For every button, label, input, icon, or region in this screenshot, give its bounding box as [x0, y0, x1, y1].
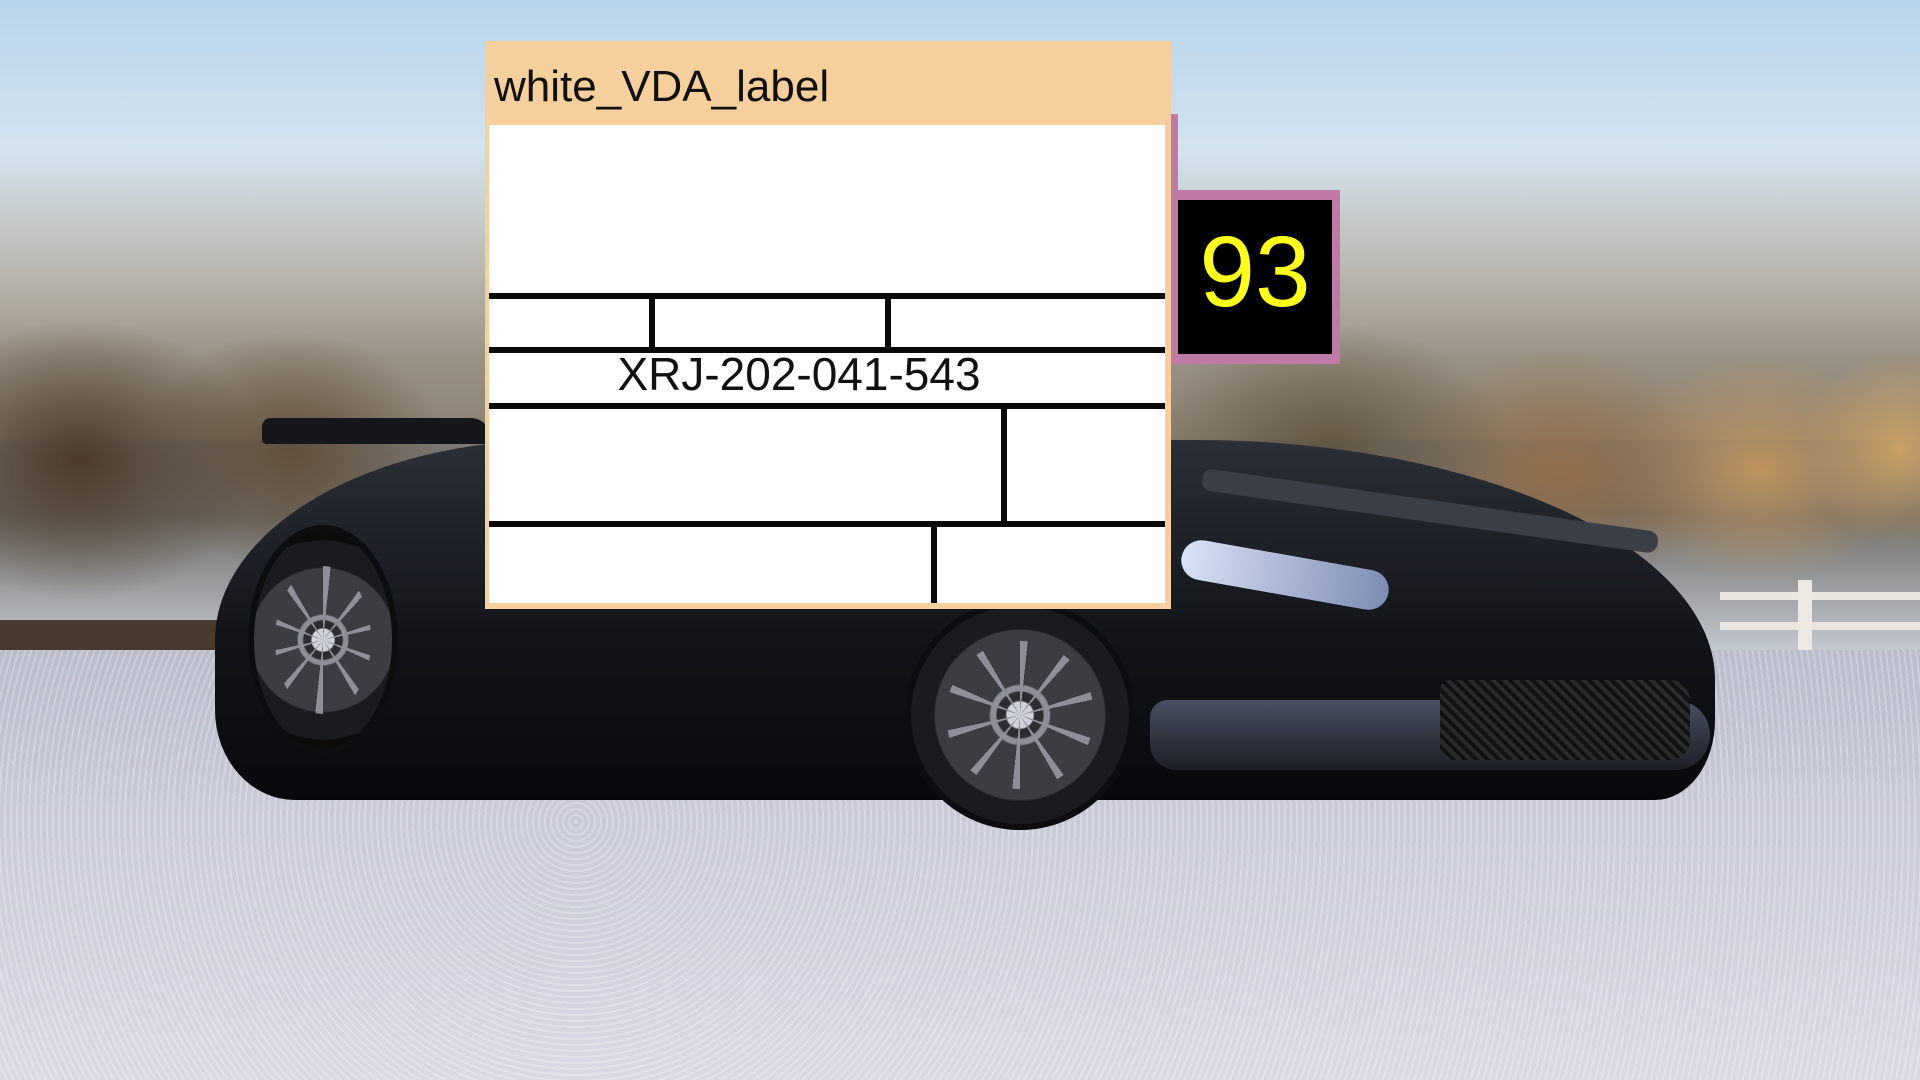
label-rule	[489, 403, 1165, 409]
label-header: white_VDA_label	[485, 41, 1171, 125]
vda-label-card: XRJ-202-041-543	[489, 125, 1165, 603]
label-divider	[885, 293, 891, 349]
vda-id-code: XRJ-202-041-543	[617, 348, 981, 400]
label-divider	[1001, 403, 1007, 521]
score-badge: 93	[1172, 190, 1340, 364]
label-divider	[931, 521, 937, 603]
front-wheel	[905, 600, 1135, 830]
car-spoiler	[262, 418, 492, 444]
label-title: white_VDA_label	[494, 62, 830, 111]
label-rule	[489, 293, 1165, 299]
label-divider	[649, 293, 655, 349]
score-value: 93	[1199, 216, 1311, 328]
vda-label-panel[interactable]: white_VDA_label XRJ-202-041-543	[485, 41, 1171, 609]
label-rule	[489, 521, 1165, 527]
rear-wheel	[248, 525, 398, 755]
score-badge-inner: 93	[1178, 200, 1332, 354]
car-air-intake	[1440, 680, 1690, 760]
white-fence	[1720, 580, 1920, 650]
